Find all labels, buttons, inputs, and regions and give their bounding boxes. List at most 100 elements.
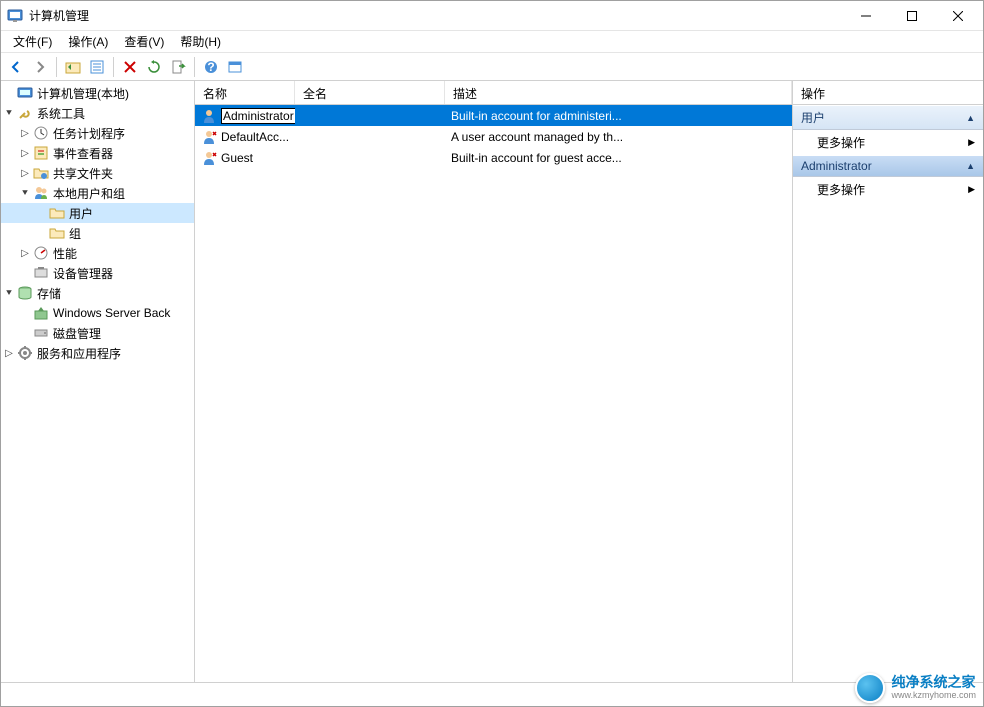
tree-task-scheduler[interactable]: ▷ 任务计划程序 [1,123,194,143]
tree-label: 性能 [53,245,77,262]
help-button[interactable]: ? [200,56,222,78]
tree-windows-server-backup[interactable]: Windows Server Back [1,303,194,323]
tree-event-viewer[interactable]: ▷ 事件查看器 [1,143,194,163]
cell-name: DefaultAcc... [195,129,295,145]
tree-label: 任务计划程序 [53,125,125,142]
properties-button[interactable] [86,56,108,78]
show-hide-button[interactable] [224,56,246,78]
expander-open-icon[interactable]: ⯆ [1,105,17,121]
action-more-actions[interactable]: 更多操作 ▶ [793,130,983,155]
tree-shared-folders[interactable]: ▷ 共享文件夹 [1,163,194,183]
expander-closed-icon[interactable]: ▷ [17,165,33,181]
actions-header: 操作 [793,81,983,105]
expander-closed-icon[interactable]: ▷ [17,245,33,261]
chevron-up-icon: ▲ [966,113,975,123]
action-more-actions[interactable]: 更多操作 ▶ [793,177,983,202]
shared-folder-icon [33,165,49,181]
chevron-right-icon: ▶ [968,137,975,148]
close-button[interactable] [935,1,981,31]
performance-icon [33,245,49,261]
tree-users[interactable]: 用户 [1,203,194,223]
column-name[interactable]: 名称 [195,81,295,104]
users-icon [33,185,49,201]
list-body: Administrator Built-in account for admin… [195,105,792,682]
toolbar-separator [194,57,195,77]
action-group-label: Administrator [801,159,872,173]
list-panel: 名称 全名 描述 Administrator Built-in account … [195,81,793,682]
event-icon [33,145,49,161]
expander-closed-icon[interactable]: ▷ [17,145,33,161]
expander-open-icon[interactable]: ⯆ [1,285,17,301]
minimize-button[interactable] [843,1,889,31]
tools-icon [17,105,33,121]
tree-disk-management[interactable]: 磁盘管理 [1,323,194,343]
window-title: 计算机管理 [29,7,843,24]
cell-name: Administrator [195,108,295,124]
column-description[interactable]: 描述 [445,81,792,104]
tree-services-apps[interactable]: ▷ 服务和应用程序 [1,343,194,363]
maximize-button[interactable] [889,1,935,31]
menu-view[interactable]: 查看(V) [116,31,172,52]
tree-label: 事件查看器 [53,145,113,162]
action-group-administrator[interactable]: Administrator ▲ [793,155,983,177]
expander-closed-icon[interactable]: ▷ [17,125,33,141]
delete-button[interactable] [119,56,141,78]
tree-storage[interactable]: ⯆ 存储 [1,283,194,303]
up-button[interactable] [62,56,84,78]
action-group-label: 用户 [801,109,825,126]
folder-icon [49,225,65,241]
tree-label: 共享文件夹 [53,165,113,182]
watermark-text-en: www.kzmyhome.com [891,691,976,701]
column-fullname[interactable]: 全名 [295,81,445,104]
user-name: DefaultAcc... [221,130,289,144]
chevron-up-icon: ▲ [966,161,975,171]
status-bar [1,682,983,706]
toolbar-separator [56,57,57,77]
expander-closed-icon[interactable]: ▷ [1,345,17,361]
menu-help[interactable]: 帮助(H) [172,31,229,52]
tree-root[interactable]: 计算机管理(本地) [1,83,194,103]
app-icon [7,8,23,24]
folder-icon [49,205,65,221]
device-icon [33,265,49,281]
export-button[interactable] [167,56,189,78]
services-icon [17,345,33,361]
expander-open-icon[interactable]: ⯆ [17,185,33,201]
horizontal-scrollbar[interactable] [1,665,194,682]
toolbar-separator [113,57,114,77]
menu-action[interactable]: 操作(A) [60,31,116,52]
watermark-logo-icon [855,673,885,703]
forward-button[interactable] [29,56,51,78]
tree-system-tools[interactable]: ⯆ 系统工具 [1,103,194,123]
list-row[interactable]: Guest Built-in account for guest acce... [195,147,792,168]
tree-local-users-groups[interactable]: ⯆ 本地用户和组 [1,183,194,203]
watermark: 纯净系统之家 www.kzmyhome.com [855,673,976,703]
tree-label: 服务和应用程序 [37,345,121,362]
refresh-button[interactable] [143,56,165,78]
watermark-text-zh: 纯净系统之家 [891,675,976,690]
list-row[interactable]: DefaultAcc... A user account managed by … [195,126,792,147]
disk-icon [33,325,49,341]
action-label: 更多操作 [817,134,865,151]
tree-device-manager[interactable]: 设备管理器 [1,263,194,283]
user-name-editable[interactable]: Administrator [221,108,295,124]
back-button[interactable] [5,56,27,78]
actions-panel: 操作 用户 ▲ 更多操作 ▶ Administrator ▲ 更多操作 ▶ [793,81,983,682]
menu-file[interactable]: 文件(F) [5,31,60,52]
tree-groups[interactable]: 组 [1,223,194,243]
tree-label: 用户 [69,205,93,222]
content-area: 计算机管理(本地) ⯆ 系统工具 ▷ 任务计划程序 ▷ 事件查看器 ▷ 共享文件… [1,81,983,682]
tree-label: 组 [69,225,81,242]
list-header: 名称 全名 描述 [195,81,792,105]
toolbar: ? [1,53,983,81]
tree-performance[interactable]: ▷ 性能 [1,243,194,263]
user-name: Guest [221,151,253,165]
backup-icon [33,305,49,321]
menu-bar: 文件(F) 操作(A) 查看(V) 帮助(H) [1,31,983,53]
title-bar: 计算机管理 [1,1,983,31]
cell-description: Built-in account for guest acce... [445,151,792,165]
user-icon [201,129,217,145]
action-group-users[interactable]: 用户 ▲ [793,105,983,130]
list-row[interactable]: Administrator Built-in account for admin… [195,105,792,126]
cell-description: Built-in account for administeri... [445,109,792,123]
